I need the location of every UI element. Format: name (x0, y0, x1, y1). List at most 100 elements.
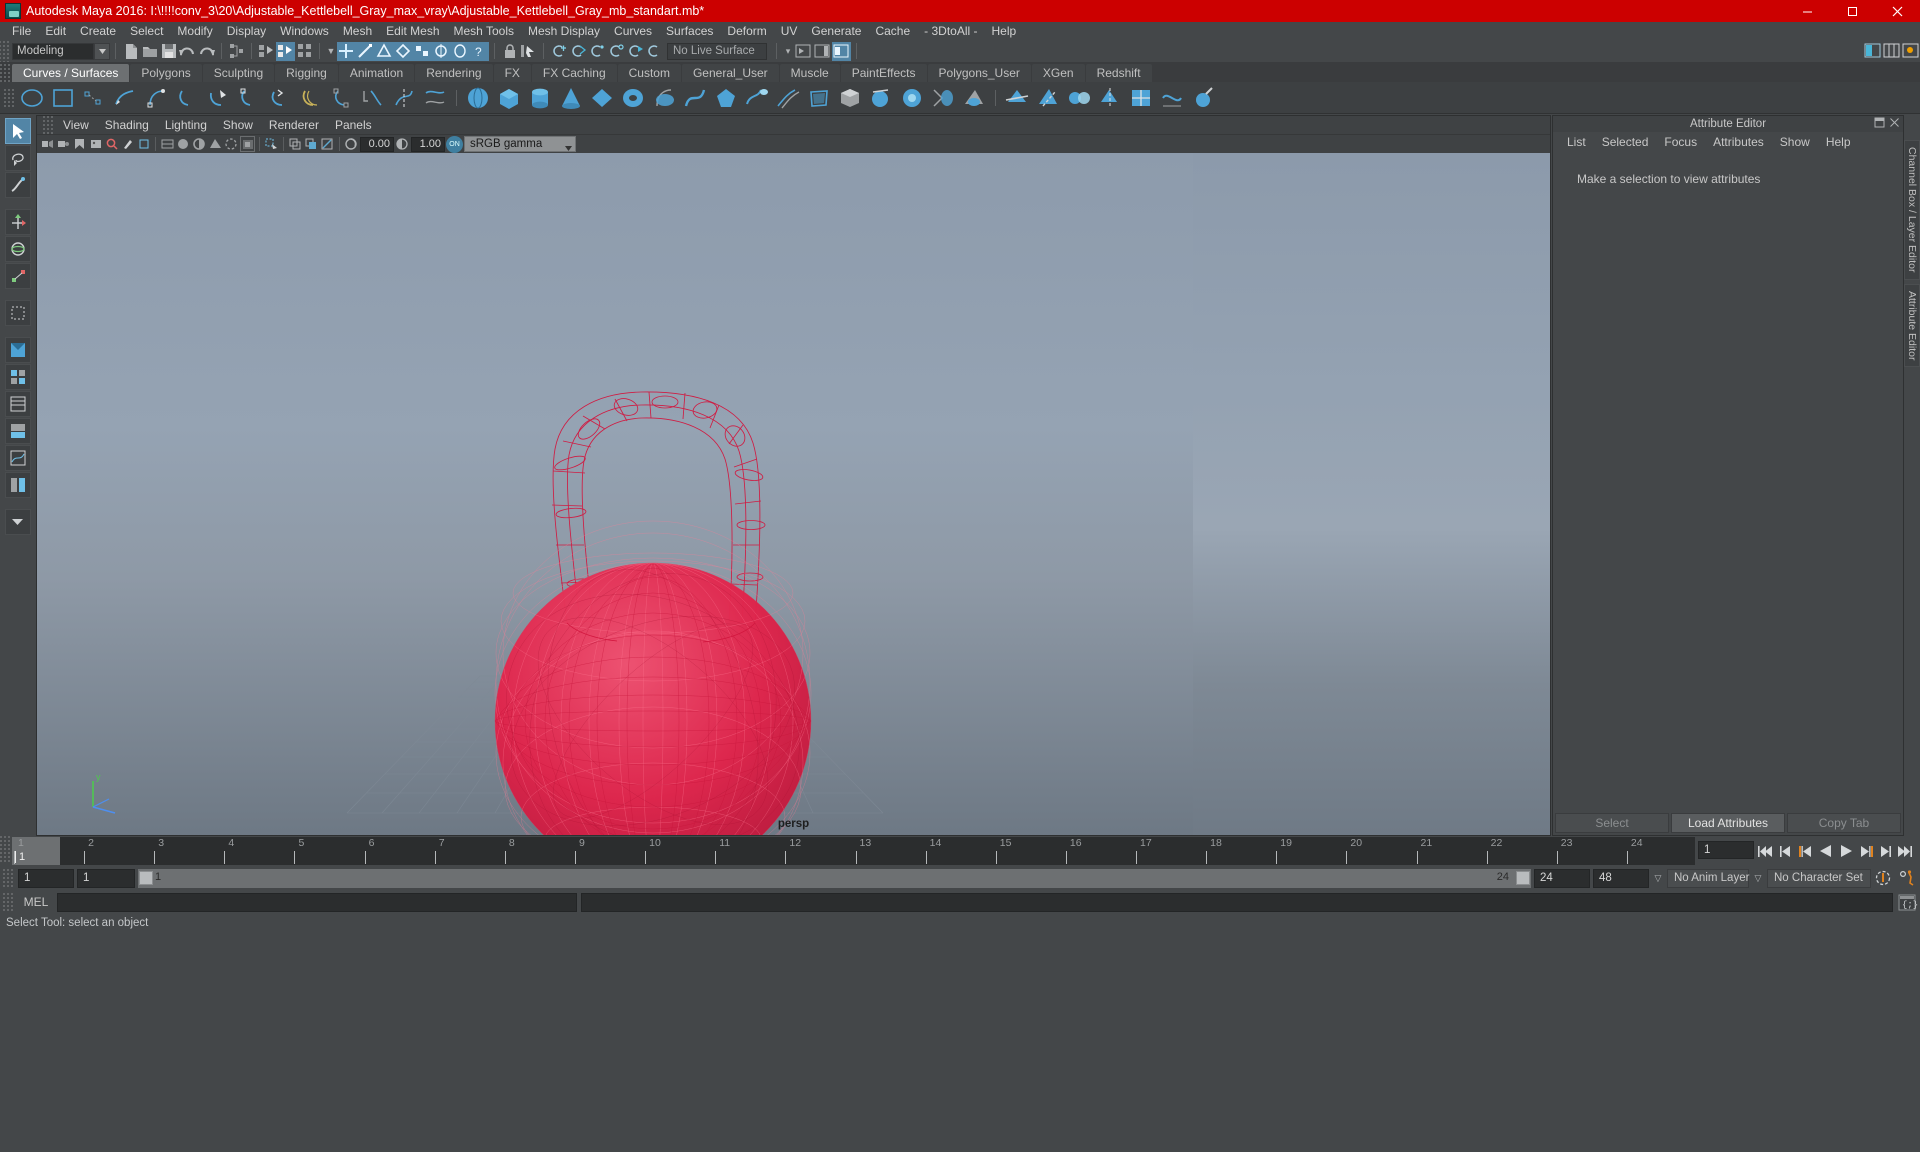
shelf-tab-fx[interactable]: FX (493, 64, 531, 82)
quick-layout-four-view-button[interactable] (5, 364, 31, 390)
menuset-selector[interactable]: Modeling (12, 42, 94, 60)
live-surface-field[interactable]: No Live Surface (667, 42, 767, 60)
right-tab-attribute-editor[interactable]: Attribute Editor (1904, 283, 1920, 367)
extrude-icon[interactable] (742, 83, 772, 113)
wireframe-shading-icon[interactable] (160, 136, 175, 152)
surface-fillet-icon[interactable] (928, 83, 958, 113)
select-by-object-type-icon[interactable] (257, 42, 276, 61)
shelf-tab-xgen[interactable]: XGen (1031, 64, 1085, 82)
go-to-start-icon[interactable] (1757, 841, 1774, 861)
camera-attributes-icon[interactable] (56, 136, 71, 152)
intersect-surfaces-icon[interactable] (1002, 83, 1032, 113)
shelf-tab-muscle[interactable]: Muscle (779, 64, 840, 82)
planar-surface-icon[interactable] (711, 83, 741, 113)
select-edges-icon[interactable] (356, 41, 375, 61)
snap-to-view-plane-icon[interactable] (625, 42, 644, 61)
range-end-time-field[interactable]: 24 (1534, 868, 1590, 888)
insert-knot-icon[interactable] (234, 83, 264, 113)
motion-blur-icon[interactable] (320, 136, 335, 152)
script-editor-icon[interactable]: {;} (1897, 892, 1918, 912)
menu-windows[interactable]: Windows (273, 22, 336, 40)
insert-isoparms-icon[interactable] (1126, 83, 1156, 113)
nurbs-square-icon[interactable] (48, 83, 78, 113)
open-scene-icon[interactable] (140, 42, 159, 61)
range-slider[interactable]: 1 24 (138, 868, 1531, 888)
viewport-menu-show[interactable]: Show (215, 118, 261, 132)
project-curve-icon[interactable] (420, 83, 450, 113)
shelf-tab-redshift[interactable]: Redshift (1085, 64, 1152, 82)
grease-pencil-icon[interactable] (120, 136, 135, 152)
character-set-select[interactable]: No Character Set (1767, 868, 1871, 888)
paint-selection-tool-button[interactable] (5, 172, 31, 198)
detach-surfaces-icon[interactable] (1095, 83, 1125, 113)
ae-copy-tab-button[interactable]: Copy Tab (1787, 813, 1901, 833)
gpu-cache-icon[interactable] (136, 136, 151, 152)
gamma-icon[interactable] (395, 136, 410, 152)
minimize-button[interactable] (1785, 0, 1830, 22)
snap-toggle-icon[interactable] (644, 42, 663, 61)
snap-to-point-icon[interactable] (587, 42, 606, 61)
quick-layout-more-button[interactable] (5, 509, 31, 535)
snap-to-projected-center-icon[interactable] (606, 42, 625, 61)
select-by-component-icon[interactable] (295, 42, 314, 61)
viewport-3d[interactable]: persp y (37, 153, 1550, 835)
ae-menu-focus[interactable]: Focus (1656, 135, 1705, 149)
shelf-tab-polygons[interactable]: Polygons (130, 64, 202, 82)
auto-keyframe-toggle-icon[interactable] (1874, 868, 1894, 888)
quick-layout-graph-editor-button[interactable] (5, 445, 31, 471)
range-start-time-field[interactable]: 1 (77, 868, 135, 888)
quick-layout-single-perspective-button[interactable] (5, 337, 31, 363)
menu-cache[interactable]: Cache (868, 22, 917, 40)
ae-menu-selected[interactable]: Selected (1594, 135, 1657, 149)
select-by-hierarchy-icon[interactable] (227, 42, 246, 61)
select-hull-icon[interactable] (451, 41, 470, 61)
animation-end-time-field[interactable]: 48 (1593, 868, 1649, 888)
smooth-shade-selected-icon[interactable] (192, 136, 207, 152)
flat-shade-icon[interactable] (208, 136, 223, 152)
ae-select-button[interactable]: Select (1555, 813, 1669, 833)
mask-dropdown-icon[interactable]: ▼ (325, 46, 337, 56)
shelf-tab-rendering[interactable]: Rendering (415, 64, 493, 82)
menu-help[interactable]: Help (985, 22, 1024, 40)
menu-modify[interactable]: Modify (170, 22, 219, 40)
birail-icon[interactable] (773, 83, 803, 113)
shelf-tab-general-user[interactable]: General_User (681, 64, 779, 82)
anim-layer-select[interactable]: No Anim Layer (1667, 868, 1749, 888)
time-slider[interactable]: 1 1 2 3 4 5 6 7 8 9 10 11 12 13 14 15 16 17 18 19 20 21 22 23 2… (12, 837, 1695, 865)
bookmark-icon[interactable] (72, 136, 87, 152)
quick-layout-persp-graph-button[interactable] (5, 472, 31, 498)
go-to-end-icon[interactable] (1897, 841, 1914, 861)
nurbs-plane-icon[interactable] (587, 83, 617, 113)
menu-edit-mesh[interactable]: Edit Mesh (379, 22, 446, 40)
exposure-field[interactable]: 0.00 (360, 136, 394, 152)
exposure-icon[interactable] (344, 136, 359, 152)
revolve-icon[interactable] (649, 83, 679, 113)
texture-display-icon[interactable] (240, 136, 255, 152)
select-camera-icon[interactable] (40, 136, 55, 152)
viewport-menu-renderer[interactable]: Renderer (261, 118, 327, 132)
rotate-tool-button[interactable] (5, 236, 31, 262)
new-scene-icon[interactable] (121, 42, 140, 61)
menu-curves[interactable]: Curves (607, 22, 659, 40)
ae-menu-help[interactable]: Help (1818, 135, 1859, 149)
shadows-icon[interactable] (288, 136, 303, 152)
reverse-curve-icon[interactable] (265, 83, 295, 113)
circular-fillet-icon[interactable] (959, 83, 989, 113)
wireframe-on-shaded-icon[interactable] (224, 136, 239, 152)
menu-create[interactable]: Create (73, 22, 123, 40)
select-vertices-icon[interactable] (337, 41, 356, 61)
undock-icon[interactable] (1874, 117, 1885, 131)
shelf-tab-curves-surfaces[interactable]: Curves / Surfaces (12, 64, 130, 82)
offset-curve-icon[interactable] (296, 83, 326, 113)
step-back-key-icon[interactable] (1797, 841, 1814, 861)
undo-icon[interactable] (178, 42, 197, 61)
select-handle-icon[interactable]: ? (470, 41, 489, 61)
step-forward-frame-icon[interactable] (1877, 841, 1894, 861)
viewport-menu-panels[interactable]: Panels (327, 118, 380, 132)
shelf-tab-polygons-user[interactable]: Polygons_User (927, 64, 1031, 82)
ae-menu-attributes[interactable]: Attributes (1705, 135, 1772, 149)
step-forward-key-icon[interactable] (1857, 841, 1874, 861)
ep-curve-tool-icon[interactable] (141, 83, 171, 113)
quick-layout-hypershade-button[interactable] (5, 418, 31, 444)
scale-tool-button[interactable] (5, 263, 31, 289)
